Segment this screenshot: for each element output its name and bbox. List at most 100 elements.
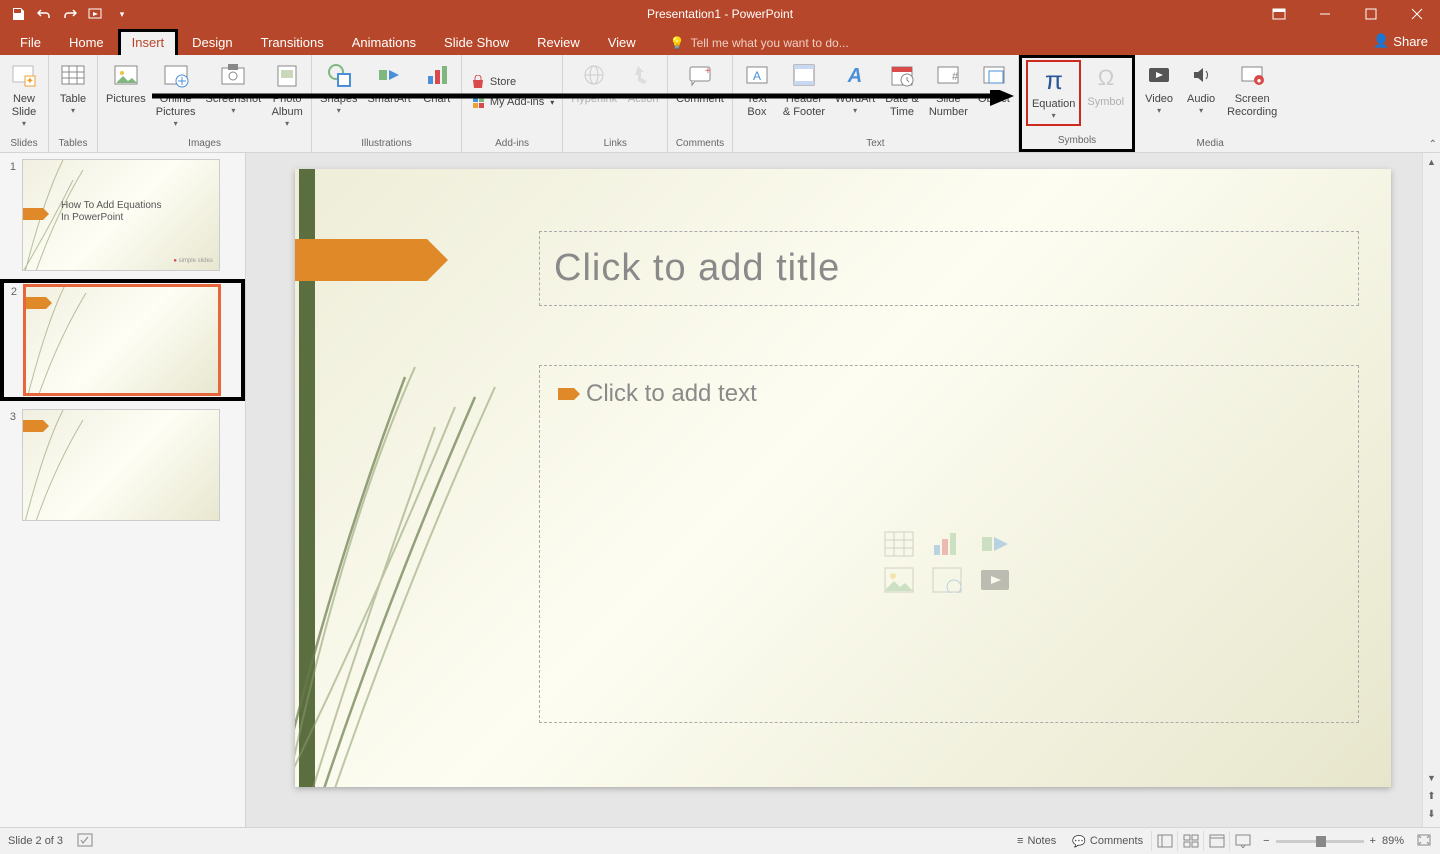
new-slide-label: New Slide [12,93,36,119]
hyperlink-label: Hyperlink [571,93,617,106]
group-tables: Table Tables [49,55,98,152]
insert-pictures-icon[interactable] [884,567,914,593]
reading-view-icon[interactable] [1203,831,1229,851]
minimize-button[interactable] [1302,0,1348,28]
tab-review[interactable]: Review [523,30,594,55]
group-links: Hyperlink Action Links [563,55,668,152]
pictures-button[interactable]: Pictures [102,57,150,108]
tab-slideshow[interactable]: Slide Show [430,30,523,55]
zoom-level[interactable]: 89% [1382,835,1404,847]
tab-insert[interactable]: Insert [118,29,179,55]
screen-recording-button[interactable]: ●Screen Recording [1223,57,1281,121]
tab-view[interactable]: View [594,30,650,55]
zoom-in-button[interactable]: + [1370,835,1376,847]
equation-button[interactable]: πEquation [1026,60,1081,126]
fit-to-window-icon[interactable] [1416,833,1432,850]
insert-table-icon[interactable] [884,531,914,557]
title-placeholder[interactable]: Click to add title [539,231,1359,306]
tab-transitions[interactable]: Transitions [247,30,338,55]
comment-button[interactable]: +Comment [672,57,728,108]
screenshot-button[interactable]: Screenshot [202,57,266,119]
thumbnail-2[interactable]: 2 [4,283,241,397]
comments-button[interactable]: 💬Comments [1064,835,1151,848]
svg-text:+: + [705,66,711,77]
normal-view-icon[interactable] [1151,831,1177,851]
group-label: Text [866,136,884,152]
slide-canvas[interactable]: Click to add title Click to add text [295,169,1391,787]
action-icon [630,59,656,91]
title-placeholder-text: Click to add title [554,247,840,290]
table-button[interactable]: Table [53,57,93,119]
object-button[interactable]: Object [974,57,1014,108]
equation-icon: π [1039,64,1069,96]
ribbon-tabs: File Home Insert Design Transitions Anim… [0,28,1440,55]
slide-number-button[interactable]: #Slide Number [925,57,972,121]
notes-button[interactable]: ≡Notes [1009,835,1064,847]
next-slide-icon[interactable]: ⬇ [1423,805,1440,823]
online-pictures-button[interactable]: Online Pictures [152,57,200,132]
collapse-ribbon-icon[interactable]: ⌃ [1429,139,1437,150]
maximize-button[interactable] [1348,0,1394,28]
thumbnail-3[interactable]: 3 [4,409,241,521]
spell-check-icon[interactable] [77,833,93,850]
text-box-button[interactable]: AText Box [737,57,777,121]
title-bar: ▾ Presentation1 - PowerPoint [0,0,1440,28]
photo-album-button[interactable]: Photo Album [267,57,307,132]
video-button[interactable]: Video [1139,57,1179,119]
text-box-icon: A [744,59,770,91]
screen-recording-label: Screen Recording [1227,93,1277,119]
dropdown-caret-icon [853,106,857,117]
content-placeholder[interactable]: Click to add text [539,365,1359,723]
insert-smartart-icon[interactable] [980,531,1010,557]
qat-customize-icon[interactable]: ▾ [114,6,130,22]
thumb-title: How To Add Equations In PowerPoint [61,200,161,224]
insert-online-pictures-icon[interactable] [932,567,962,593]
zoom-slider[interactable] [1276,840,1364,843]
tab-home[interactable]: Home [55,30,118,55]
header-footer-label: Header & Footer [783,93,825,119]
comment-icon: + [687,59,713,91]
main-area: 1 How To Add Equations In PowerPoint ● s… [0,153,1440,827]
scroll-up-icon[interactable]: ▲ [1423,153,1440,171]
group-comments: +Comment Comments [668,55,733,152]
date-time-icon [889,59,915,91]
close-button[interactable] [1394,0,1440,28]
my-addins-button[interactable]: My Add-ins▾ [466,93,558,111]
smartart-button[interactable]: SmartArt [363,57,414,108]
insert-chart-icon[interactable] [932,531,962,557]
audio-button[interactable]: Audio [1181,57,1221,119]
thumb-preview: How To Add Equations In PowerPoint ● sim… [22,159,220,271]
header-footer-button[interactable]: Header & Footer [779,57,829,121]
date-time-button[interactable]: Date & Time [881,57,923,121]
prev-slide-icon[interactable]: ⬆ [1423,787,1440,805]
ribbon-display-options-icon[interactable] [1256,0,1302,28]
chart-button[interactable]: Chart [417,57,457,108]
zoom-out-button[interactable]: − [1263,835,1269,847]
dropdown-caret-icon [285,119,289,130]
slide-sorter-view-icon[interactable] [1177,831,1203,851]
shapes-button[interactable]: Shapes [316,57,361,119]
slide-counter: Slide 2 of 3 [8,835,63,847]
scroll-down-icon[interactable]: ▼ [1423,769,1440,787]
start-from-beginning-icon[interactable] [88,6,104,22]
dropdown-caret-icon [231,106,235,117]
new-slide-button[interactable]: ✦ New Slide [4,57,44,132]
save-icon[interactable] [10,6,26,22]
share-label: Share [1393,34,1428,49]
slide-number-icon: # [935,59,961,91]
tab-animations[interactable]: Animations [338,30,430,55]
wordart-button[interactable]: AWordArt [831,57,879,119]
thumbnail-1[interactable]: 1 How To Add Equations In PowerPoint ● s… [4,159,241,271]
share-button[interactable]: 👤 Share [1373,33,1428,49]
my-addins-label: My Add-ins [490,96,544,108]
table-icon [60,59,86,91]
tab-file[interactable]: File [6,30,55,55]
tab-design[interactable]: Design [178,30,246,55]
tell-me-search[interactable]: 💡 Tell me what you want to do... [670,36,849,55]
undo-icon[interactable] [36,6,52,22]
vertical-scrollbar[interactable]: ▲ ▼ ⬆ ⬇ [1422,153,1440,827]
slideshow-view-icon[interactable] [1229,831,1255,851]
redo-icon[interactable] [62,6,78,22]
store-button[interactable]: Store [466,73,558,91]
insert-video-icon[interactable] [980,567,1010,593]
